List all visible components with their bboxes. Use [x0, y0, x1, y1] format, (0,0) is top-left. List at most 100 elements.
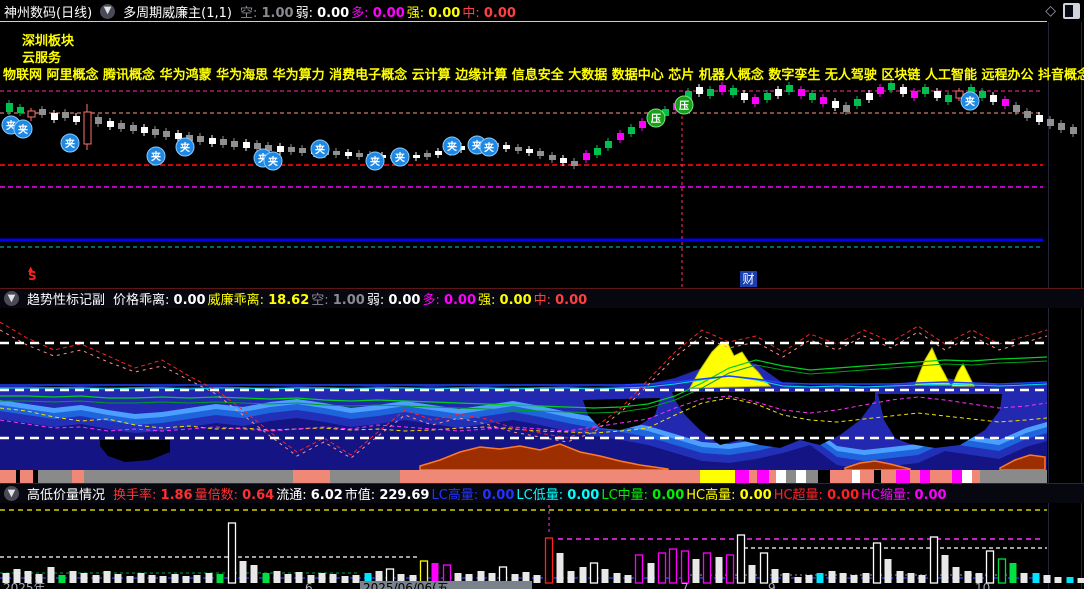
trend-indicator-chart[interactable]	[0, 308, 1084, 483]
candle-body	[277, 146, 284, 152]
candle-body	[288, 147, 295, 152]
volume-bar	[126, 576, 134, 583]
status-ribbon-segment	[860, 470, 874, 483]
jia-signal-text: 夹	[268, 155, 278, 168]
field-中: 中: 0.00	[462, 5, 516, 21]
chevron-down-icon[interactable]: ▼	[100, 3, 116, 19]
volume-bar	[544, 537, 554, 584]
volume-bar	[647, 563, 655, 583]
volume-bar	[148, 575, 156, 583]
candle-body	[6, 103, 13, 112]
candle-body	[730, 88, 737, 95]
volume-bar	[929, 536, 939, 584]
trading-app-window: 神州数码(日线) ▼ 多周期威廉主(1,1) 空: 1.00 弱: 0.00 多: …	[0, 0, 1084, 589]
volume-bar	[227, 522, 237, 584]
candle-body	[27, 110, 36, 118]
status-ribbon-segment	[20, 470, 33, 483]
status-ribbon-segment	[330, 470, 400, 483]
volume-bar	[828, 571, 836, 583]
candle-body	[299, 148, 306, 153]
volume-bar	[80, 573, 88, 583]
candle-body	[424, 153, 431, 157]
field-HC高量: HC高量: 0.00	[686, 488, 772, 503]
candle-body	[209, 138, 216, 144]
field-流通: 流通: 6.02	[276, 488, 343, 503]
volume-bar	[964, 571, 972, 583]
volume-bar	[850, 575, 858, 583]
volume-bar	[137, 573, 145, 583]
trend-panel-values: 价格乖离: 0.00 威廉乖离: 18.62 空: 1.00 弱: 0.00 多: 0.…	[113, 289, 589, 308]
field-强: 强: 0.00	[406, 5, 461, 21]
status-ribbon-segment	[749, 470, 757, 483]
candle-body	[83, 111, 92, 145]
volume-bar	[419, 560, 429, 584]
window-controls: ◇	[1045, 2, 1080, 20]
volume-bar	[250, 565, 258, 583]
volume-bar	[907, 573, 915, 583]
ya-signal-text: 压	[679, 100, 689, 112]
volume-bar	[985, 550, 995, 584]
ya-signal-text: 压	[651, 113, 661, 125]
volume-bar	[1077, 578, 1084, 583]
volume-bar	[284, 574, 292, 583]
jia-signal-text: 夹	[315, 143, 325, 156]
candle-body	[515, 147, 522, 151]
candle-body	[356, 153, 363, 157]
field-LC高量: LC高量: 0.00	[431, 488, 515, 503]
volume-bar	[589, 562, 599, 584]
candle-body	[1024, 111, 1031, 118]
volume-bar	[634, 554, 644, 584]
volume-bar	[624, 575, 632, 583]
jia-signal-text: 夹	[484, 141, 494, 154]
field-弱: 弱: 0.00	[366, 293, 421, 308]
header-underline	[0, 21, 1047, 22]
candle-body	[843, 105, 850, 112]
candle-body	[820, 97, 827, 104]
volume-chart[interactable]: 2025年 6 2025/06/06(五 7 9 10	[0, 503, 1084, 589]
field-威廉乖离: 威廉乖离: 18.62	[207, 293, 310, 308]
main-candlestick-chart[interactable]: 夹夹夹夹夹夹 夹夹夹 夹夹夹夹夹压压S▲财	[0, 22, 1084, 288]
candle-body	[560, 158, 567, 163]
status-ribbon-segment	[952, 470, 962, 483]
indicator-line-blue	[0, 375, 1048, 386]
volume-panel-title: 高低价量情况	[27, 488, 106, 503]
jia-signal-text: 夹	[370, 155, 380, 168]
volume-bar	[295, 572, 303, 583]
status-ribbon-segment	[852, 470, 860, 483]
status-ribbon-segment	[881, 470, 896, 483]
candle-body	[888, 83, 895, 90]
candle-body	[990, 95, 997, 102]
field-空: 空: 1.00	[311, 293, 365, 308]
status-ribbon-segment	[818, 470, 830, 483]
volume-bar	[239, 561, 247, 583]
split-layout-icon[interactable]	[1063, 3, 1080, 19]
candle-body	[17, 107, 24, 113]
field-换手率: 换手率: 1.86	[113, 488, 193, 503]
chevron-down-icon[interactable]: ▼	[4, 486, 19, 501]
stock-title: 神州数码(日线)	[4, 5, 93, 21]
indicator-values: 空: 1.00 弱: 0.00 多: 0.00 强: 0.00 中: 0.00	[240, 2, 518, 21]
status-ribbon-segment	[72, 470, 84, 483]
field-LC中量: LC中量: 0.00	[601, 488, 685, 503]
candle-body	[220, 139, 227, 145]
sell-signal-arrow-icon: ▲	[28, 265, 34, 273]
candle-body	[1047, 119, 1054, 126]
status-ribbon-segment	[980, 470, 1047, 483]
tag-concepts[interactable]: 物联网 阿里概念 腾讯概念 华为鸿蒙 华为海思 华为算力 消费电子概念 云计算 …	[3, 64, 1084, 83]
candle-body	[877, 87, 884, 94]
chevron-down-icon[interactable]: ▼	[4, 291, 19, 306]
candle-body	[73, 116, 80, 122]
field-强: 强: 0.00	[478, 293, 532, 308]
candle-body	[333, 151, 340, 155]
field-弱: 弱: 0.00	[295, 5, 350, 21]
volume-bar	[952, 567, 960, 583]
indicator-name: 多周期威廉主(1,1)	[123, 5, 232, 21]
volume-bar	[715, 557, 723, 583]
candle-body	[95, 117, 102, 124]
jia-signal-text: 夹	[447, 140, 457, 153]
diamond-icon[interactable]: ◇	[1045, 4, 1056, 18]
volume-bar	[69, 571, 77, 583]
volume-bar	[193, 575, 201, 583]
field-HC缩量: HC缩量: 0.00	[861, 488, 947, 503]
candle-body	[197, 136, 204, 142]
